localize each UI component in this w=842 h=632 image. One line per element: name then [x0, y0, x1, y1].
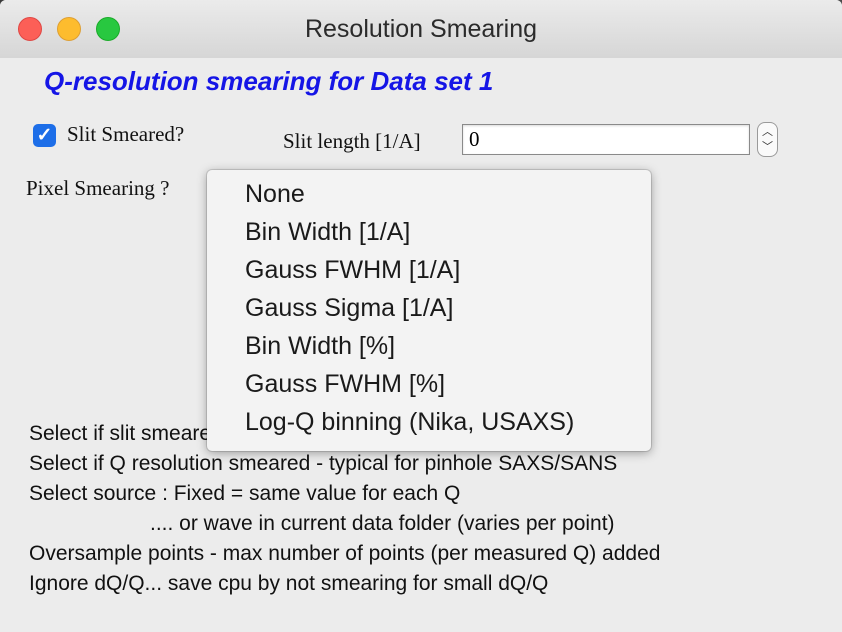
panel-heading: Q-resolution smearing for Data set 1 — [44, 66, 494, 96]
help-line: Oversample points - max number of points… — [29, 542, 661, 565]
chevron-up-icon[interactable]: ︿ — [758, 125, 777, 139]
slit-length-input[interactable]: 0 — [462, 124, 750, 155]
slit-smeared-label: Slit Smeared? — [67, 122, 185, 146]
title-bar[interactable]: Resolution Smearing — [0, 0, 842, 59]
help-line: Select source : Fixed = same value for e… — [29, 482, 461, 505]
chevron-down-icon[interactable]: ﹀ — [758, 140, 777, 154]
slit-smeared-checkbox[interactable]: ✓ — [33, 124, 56, 147]
help-line: .... or wave in current data folder (var… — [150, 512, 615, 535]
help-line: Select if Q resolution smeared - typical… — [29, 452, 618, 475]
menu-item-gauss-fwhm-percent[interactable]: Gauss FWHM [%] — [245, 370, 445, 399]
menu-item-none[interactable]: None — [245, 180, 305, 209]
menu-item-log-q-binning[interactable]: Log-Q binning (Nika, USAXS) — [245, 408, 574, 437]
window-title: Resolution Smearing — [304, 15, 538, 43]
slit-length-stepper[interactable]: ︿ ﹀ — [757, 122, 778, 157]
menu-item-gauss-sigma-inv-a[interactable]: Gauss Sigma [1/A] — [245, 294, 453, 323]
menu-item-bin-width-percent[interactable]: Bin Width [%] — [245, 332, 395, 361]
help-line: Ignore dQ/Q... save cpu by not smearing … — [29, 572, 549, 595]
menu-item-gauss-fwhm-inv-a[interactable]: Gauss FWHM [1/A] — [245, 256, 460, 285]
slit-length-label: Slit length [1/A] — [283, 129, 421, 153]
pixel-smearing-dropdown-menu: None Bin Width [1/A] Gauss FWHM [1/A] Ga… — [207, 170, 651, 451]
help-line: Select if slit smeared — [29, 422, 223, 445]
checkmark-icon: ✓ — [36, 125, 53, 146]
menu-item-bin-width-inv-a[interactable]: Bin Width [1/A] — [245, 218, 410, 247]
pixel-smearing-label: Pixel Smearing ? — [26, 176, 170, 200]
